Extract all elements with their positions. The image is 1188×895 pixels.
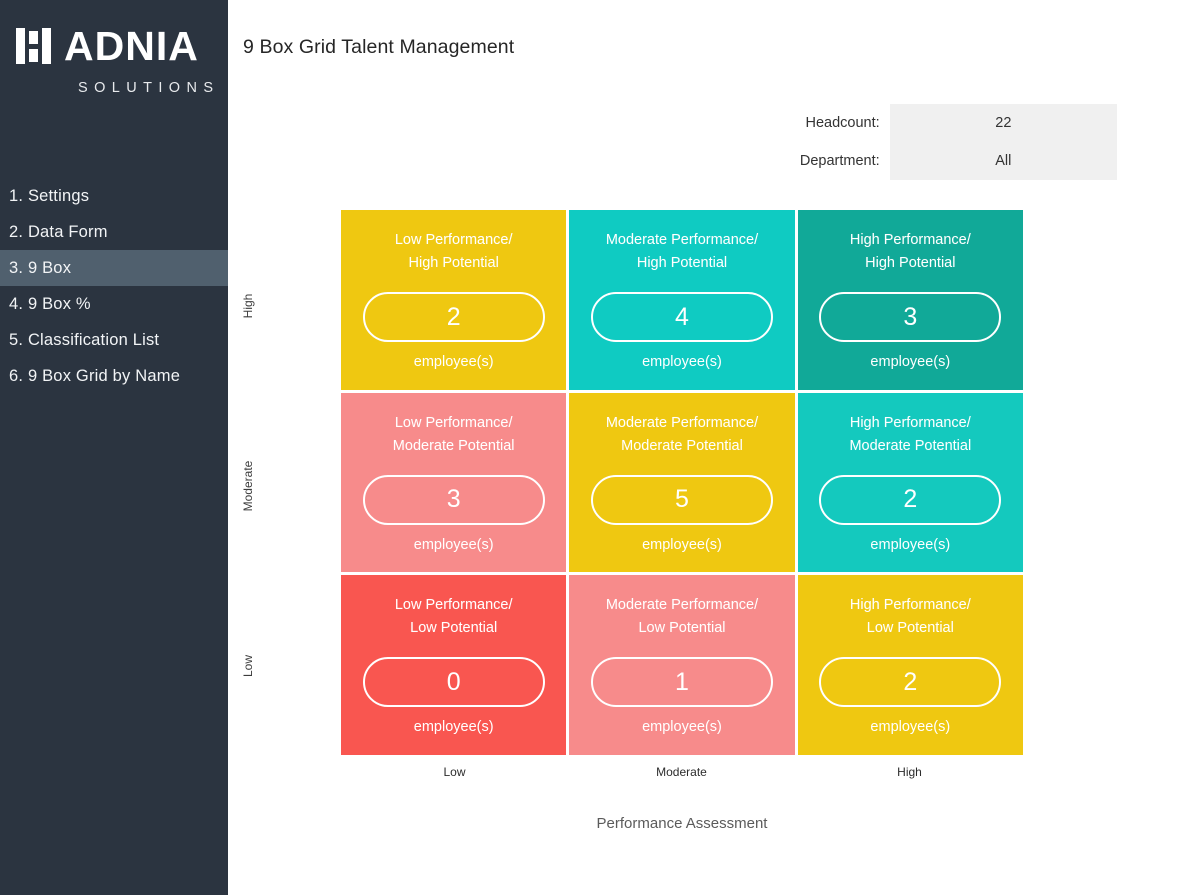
cell-unit-label: employee(s) (870, 537, 950, 553)
cell-count: 2 (447, 303, 461, 332)
logo-tagline: SOLUTIONS (78, 80, 228, 96)
cell-high-perf-low-pot[interactable]: High Performance/ Low Potential 2 employ… (798, 575, 1023, 755)
cell-low-perf-high-pot[interactable]: Low Performance/ High Potential 2 employ… (341, 210, 566, 390)
sidebar-item-data-form[interactable]: 2. Data Form (0, 214, 228, 250)
y-axis-tick-high: High (241, 258, 255, 354)
cell-unit-label: employee(s) (414, 537, 494, 553)
cell-moderate-perf-moderate-pot[interactable]: Moderate Performance/ Moderate Potential… (569, 393, 794, 573)
sidebar-item-9-box-grid-by-name[interactable]: 6. 9 Box Grid by Name (0, 358, 228, 394)
department-label: Department: (680, 142, 890, 180)
cell-title: Low Performance/ High Potential (395, 229, 513, 275)
sidebar-item-settings[interactable]: 1. Settings (0, 178, 228, 214)
cell-title: Moderate Performance/ Low Potential (606, 594, 758, 640)
sidebar-item-9-box-percent[interactable]: 4. 9 Box % (0, 286, 228, 322)
sidebar-item-classification-list[interactable]: 5. Classification List (0, 322, 228, 358)
y-axis-tick-low: Low (241, 618, 255, 714)
cell-title: Moderate Performance/ Moderate Potential (606, 412, 758, 458)
cell-count: 0 (447, 668, 461, 697)
cell-unit-label: employee(s) (642, 537, 722, 553)
bar-chart-logo-icon (16, 28, 51, 64)
department-filter-value[interactable]: All (890, 142, 1117, 180)
info-panel: Headcount: 22 Department: All (680, 104, 1117, 180)
cell-count-pill: 3 (363, 475, 545, 525)
x-axis-tick-low: Low (341, 765, 568, 779)
cell-unit-label: employee(s) (870, 719, 950, 735)
cell-count-pill: 2 (363, 292, 545, 342)
sidebar-nav: 1. Settings 2. Data Form 3. 9 Box 4. 9 B… (0, 178, 228, 394)
headcount-row: Headcount: 22 (680, 104, 1117, 142)
sidebar-item-label: 6. 9 Box Grid by Name (9, 367, 180, 386)
cell-count-pill: 0 (363, 657, 545, 707)
cell-count: 1 (675, 668, 689, 697)
sidebar: ADNIA SOLUTIONS 1. Settings 2. Data Form… (0, 0, 228, 895)
sidebar-item-label: 3. 9 Box (9, 259, 71, 278)
cell-count: 2 (903, 485, 917, 514)
cell-count-pill: 3 (819, 292, 1001, 342)
cell-moderate-perf-high-pot[interactable]: Moderate Performance/ High Potential 4 e… (569, 210, 794, 390)
x-axis-title: Performance Assessment (341, 815, 1023, 832)
brand-logo: ADNIA SOLUTIONS (0, 0, 228, 96)
cell-unit-label: employee(s) (414, 354, 494, 370)
sidebar-item-label: 1. Settings (9, 187, 89, 206)
headcount-label: Headcount: (680, 104, 890, 142)
logo-wordmark: ADNIA (64, 27, 199, 65)
main-content: 9 Box Grid Talent Management Headcount: … (228, 0, 1188, 895)
cell-count-pill: 4 (591, 292, 773, 342)
cell-count: 2 (903, 668, 917, 697)
cell-unit-label: employee(s) (414, 719, 494, 735)
cell-count: 3 (903, 303, 917, 332)
sidebar-item-9-box[interactable]: 3. 9 Box (0, 250, 228, 286)
sidebar-item-label: 4. 9 Box % (9, 295, 91, 314)
cell-unit-label: employee(s) (870, 354, 950, 370)
sidebar-item-label: 2. Data Form (9, 223, 108, 242)
cell-title: High Performance/ Moderate Potential (849, 412, 971, 458)
cell-high-perf-high-pot[interactable]: High Performance/ High Potential 3 emplo… (798, 210, 1023, 390)
app-window: ADNIA SOLUTIONS 1. Settings 2. Data Form… (0, 0, 1188, 895)
sidebar-item-label: 5. Classification List (9, 331, 159, 350)
nine-box-chart: Potential Assessment High Moderate Low L… (228, 190, 1188, 870)
nine-box-grid: Low Performance/ High Potential 2 employ… (341, 210, 1023, 755)
cell-high-perf-moderate-pot[interactable]: High Performance/ Moderate Potential 2 e… (798, 393, 1023, 573)
page-title: 9 Box Grid Talent Management (243, 36, 514, 59)
headcount-value: 22 (890, 104, 1117, 142)
cell-count-pill: 5 (591, 475, 773, 525)
x-axis-tick-high: High (796, 765, 1023, 779)
cell-count: 3 (447, 485, 461, 514)
y-axis-tick-moderate: Moderate (241, 438, 255, 534)
cell-title: High Performance/ High Potential (850, 229, 971, 275)
cell-title: High Performance/ Low Potential (850, 594, 971, 640)
cell-count: 5 (675, 485, 689, 514)
x-axis-tick-moderate: Moderate (568, 765, 795, 779)
cell-title: Low Performance/ Low Potential (395, 594, 513, 640)
cell-count-pill: 2 (819, 657, 1001, 707)
cell-moderate-perf-low-pot[interactable]: Moderate Performance/ Low Potential 1 em… (569, 575, 794, 755)
cell-unit-label: employee(s) (642, 719, 722, 735)
cell-title: Moderate Performance/ High Potential (606, 229, 758, 275)
cell-low-perf-low-pot[interactable]: Low Performance/ Low Potential 0 employe… (341, 575, 566, 755)
cell-count-pill: 1 (591, 657, 773, 707)
department-row: Department: All (680, 142, 1117, 180)
cell-count: 4 (675, 303, 689, 332)
cell-low-perf-moderate-pot[interactable]: Low Performance/ Moderate Potential 3 em… (341, 393, 566, 573)
cell-title: Low Performance/ Moderate Potential (393, 412, 515, 458)
cell-unit-label: employee(s) (642, 354, 722, 370)
cell-count-pill: 2 (819, 475, 1001, 525)
